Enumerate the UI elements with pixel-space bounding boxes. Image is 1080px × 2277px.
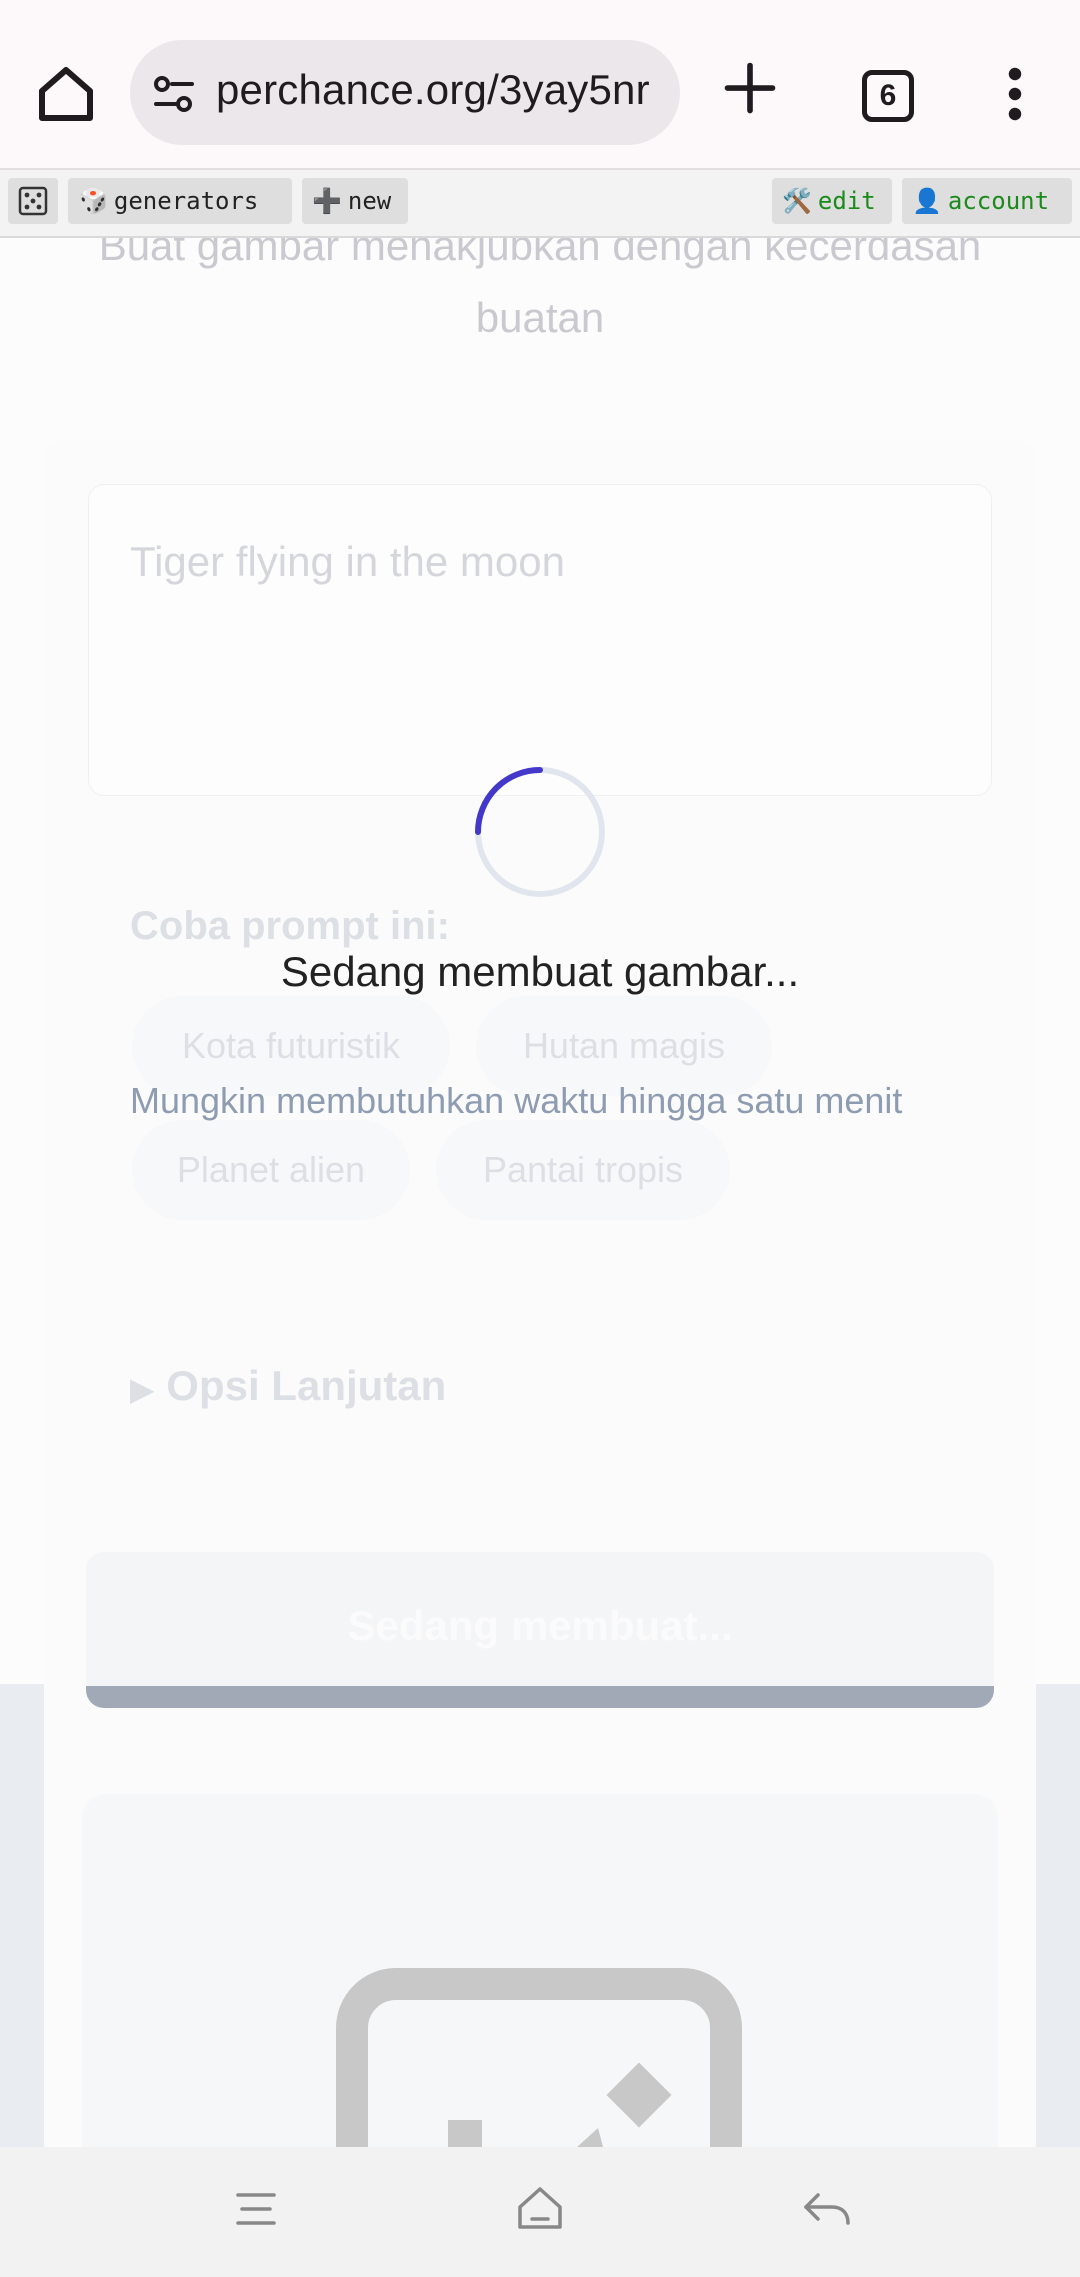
generate-button[interactable]: Sedang membuat... <box>86 1552 994 1708</box>
triangle-right-icon: ▶ <box>130 1371 155 1407</box>
browser-toolbar: perchance.org/3yay5nr 6 <box>0 0 1080 170</box>
edit-button[interactable]: 🛠️ edit <box>772 178 892 224</box>
recents-icon[interactable] <box>226 2179 286 2239</box>
tools-icon: 🛠️ <box>782 187 812 215</box>
game-die-icon: 🎲 <box>78 187 108 215</box>
generators-label: generators <box>113 187 259 215</box>
advanced-options-toggle[interactable]: ▶ Opsi Lanjutan <box>130 1362 446 1410</box>
site-settings-icon[interactable] <box>150 70 198 118</box>
more-vert-icon[interactable] <box>1000 64 1030 124</box>
tab-switcher-icon[interactable]: 6 <box>862 70 914 122</box>
generators-button[interactable]: 🎲 generators <box>68 178 292 224</box>
system-navigation-bar <box>0 2147 1080 2277</box>
edit-label: edit <box>817 187 876 215</box>
perchance-bar: 🎲 generators ➕ new 🛠️ edit 👤 account <box>0 170 1080 238</box>
prompt-chip[interactable]: Planet alien <box>132 1120 410 1220</box>
dice-icon <box>18 186 48 216</box>
try-prompts-title: Coba prompt ini: <box>130 904 450 948</box>
account-label: account <box>947 187 1050 215</box>
prompt-input[interactable] <box>88 484 992 796</box>
image-placeholder-icon <box>336 1968 742 2148</box>
new-button[interactable]: ➕ new <box>302 178 408 224</box>
random-dice-button[interactable] <box>8 178 58 224</box>
advanced-options-label: Opsi Lanjutan <box>166 1362 447 1409</box>
user-icon: 👤 <box>912 187 942 215</box>
loading-spinner <box>475 767 605 897</box>
generate-button-shadow <box>86 1686 994 1708</box>
new-label: new <box>347 187 392 215</box>
url-text[interactable]: perchance.org/3yay5nr <box>216 66 666 114</box>
new-tab-plus-icon[interactable] <box>720 58 780 118</box>
home-icon[interactable] <box>30 58 102 130</box>
account-button[interactable]: 👤 account <box>902 178 1072 224</box>
back-icon[interactable] <box>796 2179 856 2239</box>
generate-button-label: Sedang membuat... <box>347 1602 733 1649</box>
plus-icon: ➕ <box>312 187 342 215</box>
home-outline-icon[interactable] <box>510 2179 570 2239</box>
address-bar[interactable]: perchance.org/3yay5nr <box>130 40 680 145</box>
prompt-text: Tiger flying in the moon <box>130 538 565 585</box>
page-subtitle: Buat gambar menakjubkan dengan kecerdasa… <box>98 238 982 341</box>
loading-hint: Mungkin membutuhkan waktu hingga satu me… <box>130 1080 903 1121</box>
loading-text: Sedang membuat gambar... <box>280 948 800 995</box>
prompt-chip[interactable]: Pantai tropis <box>436 1120 730 1220</box>
page-content: Buat gambar menakjubkan dengan kecerdasa… <box>0 238 1080 2148</box>
